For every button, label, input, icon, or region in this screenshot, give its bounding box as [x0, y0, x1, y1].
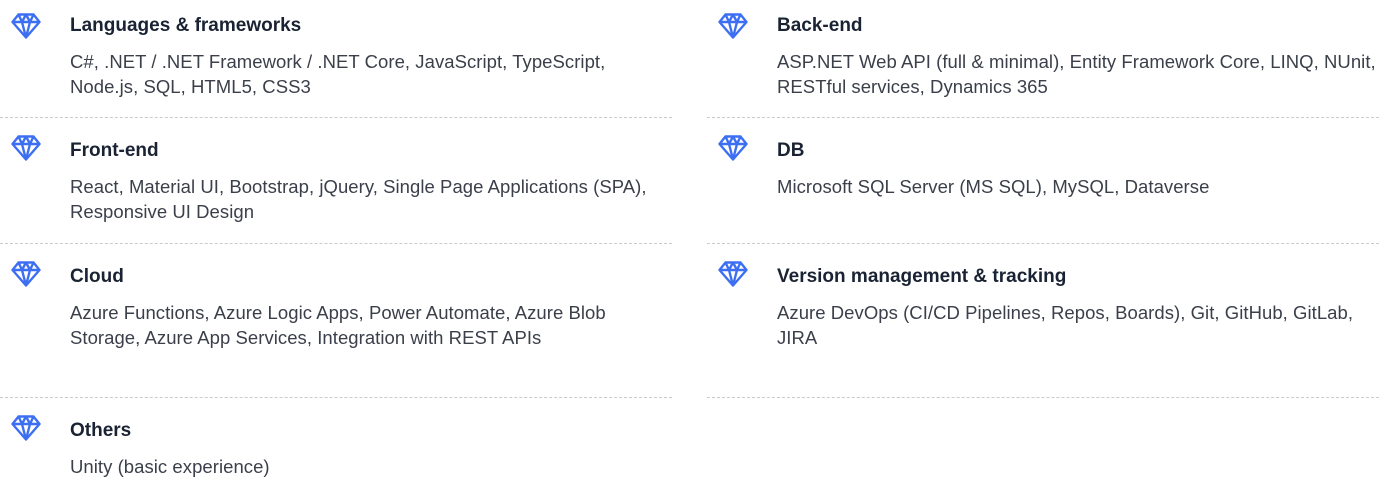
skill-languages-frameworks: Languages & frameworks C#, .NET / .NET F…: [0, 0, 672, 118]
skills-column-right: Back-end ASP.NET Web API (full & minimal…: [707, 0, 1379, 398]
skill-title: Languages & frameworks: [70, 15, 302, 36]
gem-icon: [718, 261, 748, 287]
skill-description: React, Material UI, Bootstrap, jQuery, S…: [70, 176, 647, 222]
gem-icon: [11, 415, 41, 441]
skill-others: Others Unity (basic experience): [0, 398, 672, 484]
skill-cloud: Cloud Azure Functions, Azure Logic Apps,…: [0, 244, 672, 398]
skill-description: Unity (basic experience): [70, 456, 270, 477]
skill-title: Front-end: [70, 140, 159, 161]
skill-title: DB: [777, 140, 805, 161]
gem-icon: [718, 135, 748, 161]
skill-back-end: Back-end ASP.NET Web API (full & minimal…: [707, 0, 1379, 118]
gem-icon: [11, 13, 41, 39]
skill-db: DB Microsoft SQL Server (MS SQL), MySQL,…: [707, 118, 1379, 244]
skill-description: C#, .NET / .NET Framework / .NET Core, J…: [70, 51, 606, 97]
skills-grid: Languages & frameworks C#, .NET / .NET F…: [0, 0, 1379, 487]
skill-description: Azure DevOps (CI/CD Pipelines, Repos, Bo…: [777, 302, 1354, 348]
skill-description: Azure Functions, Azure Logic Apps, Power…: [70, 302, 606, 348]
skills-column-left: Languages & frameworks C#, .NET / .NET F…: [0, 0, 672, 484]
skill-version-management: Version management & tracking Azure DevO…: [707, 244, 1379, 398]
skill-title: Cloud: [70, 266, 124, 287]
skill-title: Back-end: [777, 15, 863, 36]
skill-description: ASP.NET Web API (full & minimal), Entity…: [777, 51, 1376, 97]
gem-icon: [11, 135, 41, 161]
skill-description: Microsoft SQL Server (MS SQL), MySQL, Da…: [777, 176, 1210, 197]
gem-icon: [11, 261, 41, 287]
gem-icon: [718, 13, 748, 39]
skill-title: Version management & tracking: [777, 266, 1067, 287]
skill-title: Others: [70, 420, 132, 441]
skill-front-end: Front-end React, Material UI, Bootstrap,…: [0, 118, 672, 244]
